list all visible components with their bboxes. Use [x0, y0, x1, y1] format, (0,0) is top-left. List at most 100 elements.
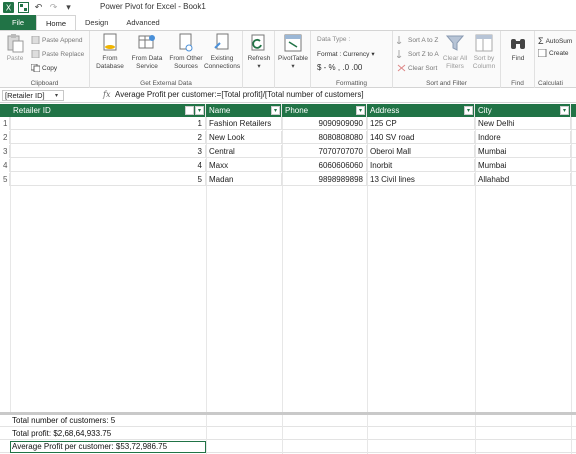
phone-cell[interactable]: 9090909090	[282, 117, 367, 130]
table-row[interactable]: 4 4 Maxx 6060606060 Inorbit Mumbai	[0, 159, 576, 172]
measure-cell-selected[interactable]: Average Profit per customer: $53,72,986.…	[10, 441, 206, 453]
phone-cell[interactable]: 9898989898	[282, 173, 367, 186]
paste-append-label: Paste Append	[42, 36, 83, 44]
calculations-group-label: Calculati	[538, 80, 563, 87]
city-cell[interactable]: Allahabd	[475, 173, 571, 186]
customize-toolbar-icon[interactable]: ▾	[63, 2, 74, 13]
table-row[interactable]: 1 1 Fashion Retailers 9090909090 125 CP …	[0, 117, 576, 130]
tab-file[interactable]: File	[0, 15, 36, 30]
data-type-dropdown[interactable]: Data Type :	[317, 36, 350, 43]
name-cell[interactable]: Maxx	[206, 159, 282, 172]
excel-icon[interactable]: X	[3, 2, 14, 13]
title-bar: X ↶ ↷ ▾ Power Pivot for Excel - Book1	[0, 0, 576, 15]
redo-icon[interactable]: ↷	[48, 2, 59, 13]
measure-cell[interactable]: Total number of customers: 5	[10, 415, 206, 427]
sort-by-column-label-1: Sort by	[473, 55, 495, 62]
tab-advanced[interactable]: Advanced	[117, 15, 168, 30]
column-header-address[interactable]: Address ▾	[367, 104, 475, 117]
city-cell[interactable]: Mumbai	[475, 159, 571, 172]
paste-replace-icon	[31, 49, 40, 59]
name-cell[interactable]: New Look	[206, 131, 282, 144]
name-box-dropdown-icon[interactable]: ▾	[55, 92, 58, 99]
row-number: 1	[0, 117, 10, 130]
sort-filter-group-label: Sort and Filter	[426, 80, 467, 87]
refresh-button[interactable]: Refresh ▾	[245, 33, 273, 71]
clear-sort-button[interactable]: Clear Sort	[397, 64, 437, 72]
ribbon-tabs: File Home Design Advanced	[0, 15, 576, 30]
tab-design[interactable]: Design	[76, 15, 117, 30]
city-cell[interactable]: Mumbai	[475, 145, 571, 158]
column-header-retailer-id[interactable]: Retailer ID ▾	[0, 104, 206, 117]
gridline	[475, 415, 476, 454]
tab-home[interactable]: Home	[36, 15, 77, 30]
create-kpi-button[interactable]: Create	[537, 48, 569, 58]
find-button[interactable]: Find	[504, 33, 532, 63]
sort-z-to-a-button[interactable]: Sort Z to A	[396, 50, 439, 59]
powerpivot-icon[interactable]	[18, 2, 29, 13]
undo-icon[interactable]: ↶	[33, 2, 44, 13]
measure-cell[interactable]: Total profit: $2,68,64,933.75	[10, 428, 206, 440]
table-row[interactable]: 3 3 Central 7070707070 Oberoi Mall Mumba…	[0, 145, 576, 158]
phone-cell[interactable]: 7070707070	[282, 145, 367, 158]
retailer-id-cell[interactable]: 3	[10, 145, 206, 158]
name-cell[interactable]: Madan	[206, 173, 282, 186]
retailer-id-cell[interactable]: 1	[10, 117, 206, 130]
address-cell[interactable]: 13 Civil lines	[367, 173, 475, 186]
filter-dropdown-icon[interactable]: ▾	[271, 106, 280, 115]
measure-row[interactable]: Total number of customers: 5	[0, 415, 576, 427]
name-cell[interactable]: Central	[206, 145, 282, 158]
phone-cell[interactable]: 8080808080	[282, 131, 367, 144]
copy-button[interactable]: Copy	[30, 63, 58, 73]
clear-all-filters-button[interactable]: Clear All Filters	[441, 33, 469, 71]
column-header-name[interactable]: Name ▾	[206, 104, 282, 117]
sort-filter-group: Sort A to Z Sort Z to A Clear Sort Clear…	[393, 31, 501, 88]
filter-dropdown-icon[interactable]: ▾	[464, 106, 473, 115]
paste-append-button[interactable]: Paste Append	[31, 35, 83, 45]
table-row[interactable]: 5 5 Madan 9898989898 13 Civil lines Alla…	[0, 173, 576, 186]
phone-cell[interactable]: 6060606060	[282, 159, 367, 172]
paste-icon	[5, 33, 25, 53]
column-header-city[interactable]: City ▾	[475, 104, 571, 117]
address-cell[interactable]: Inorbit	[367, 159, 475, 172]
sort-by-column-button[interactable]: Sort by Column	[470, 33, 498, 71]
city-cell[interactable]: Indore	[475, 131, 571, 144]
filter-dropdown-icon[interactable]: ▾	[195, 106, 204, 115]
svg-text:X: X	[6, 4, 12, 13]
retailer-id-cell[interactable]: 4	[10, 159, 206, 172]
format-dropdown-icon: ▾	[371, 51, 375, 58]
from-other-sources-button[interactable]: From Other Sources	[168, 33, 204, 71]
existing-connections-button[interactable]: Existing Connections	[204, 33, 240, 71]
sort-a-to-z-label: Sort A to Z	[408, 36, 439, 44]
number-format-buttons[interactable]: $ - % , .0 .00	[317, 63, 362, 72]
paste-button[interactable]: Paste	[5, 33, 25, 63]
measure-row[interactable]: Average Profit per customer: $53,72,986.…	[0, 441, 576, 453]
formatting-group: Data Type : Format : Currency ▾ $ - % , …	[311, 31, 393, 88]
paste-replace-button[interactable]: Paste Replace	[31, 49, 84, 59]
sort-a-to-z-button[interactable]: Sort A to Z	[396, 36, 439, 45]
name-cell[interactable]: Fashion Retailers	[206, 117, 282, 130]
from-other-sources-label-2: Sources	[174, 63, 198, 70]
formula-input[interactable]: Average Profit per customer:=[Total prof…	[115, 90, 364, 99]
measure-row[interactable]: Total profit: $2,68,64,933.75	[0, 428, 576, 440]
column-header-phone[interactable]: Phone ▾	[282, 104, 367, 117]
column-header-row: Retailer ID ▾ Name ▾ Phone ▾ Address ▾ C…	[0, 104, 576, 117]
copy-label: Copy	[42, 64, 58, 72]
address-cell[interactable]: 125 CP	[367, 117, 475, 130]
filter-dropdown-icon[interactable]: ▾	[560, 106, 569, 115]
filter-dropdown-icon[interactable]: ▾	[356, 106, 365, 115]
existing-connections-label-1: Existing	[210, 55, 234, 62]
calculations-group: Σ AutoSum Create Calculati	[535, 31, 576, 88]
from-database-button[interactable]: From Database	[93, 33, 127, 71]
paste-label: Paste	[6, 55, 24, 62]
pivottable-button[interactable]: PivotTable ▾	[277, 33, 309, 71]
from-data-service-button[interactable]: From Data Service	[128, 33, 166, 71]
retailer-id-cell[interactable]: 2	[10, 131, 206, 144]
address-cell[interactable]: Oberoi Mall	[367, 145, 475, 158]
city-cell[interactable]: New Delhi	[475, 117, 571, 130]
data-grid: Retailer ID ▾ Name ▾ Phone ▾ Address ▾ C…	[0, 104, 576, 454]
table-row[interactable]: 2 2 New Look 8080808080 140 SV road Indo…	[0, 131, 576, 144]
retailer-id-cell[interactable]: 5	[10, 173, 206, 186]
address-cell[interactable]: 140 SV road	[367, 131, 475, 144]
format-dropdown[interactable]: Format : Currency ▾	[317, 50, 375, 59]
autosum-button[interactable]: Σ AutoSum	[538, 36, 572, 46]
